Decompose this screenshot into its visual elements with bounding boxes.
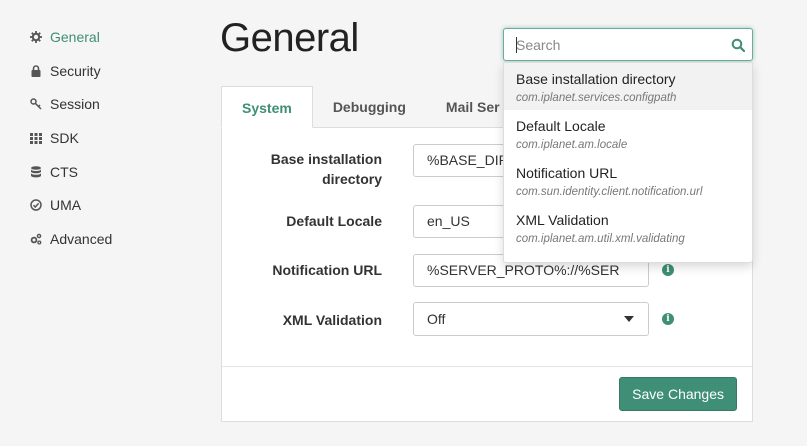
database-icon bbox=[30, 165, 50, 178]
sidebar-item-session[interactable]: Session bbox=[30, 87, 190, 121]
sidebar-item-label: General bbox=[50, 28, 100, 45]
search-result-title: Default Locale bbox=[516, 118, 606, 134]
search-results-dropdown: Base installation directory com.iplanet.… bbox=[503, 62, 753, 263]
lock-icon bbox=[30, 64, 50, 77]
search-result-item[interactable]: Default Locale com.iplanet.am.locale bbox=[504, 110, 752, 157]
tab-system[interactable]: System bbox=[221, 86, 313, 128]
sidebar-item-label: Security bbox=[50, 62, 101, 79]
search-result-property: com.sun.identity.client.notification.url bbox=[516, 186, 703, 198]
sidebar-nav: General Security Session SDK CTS UMA Adv… bbox=[30, 20, 190, 256]
search-input[interactable] bbox=[504, 29, 724, 60]
search-result-property: com.iplanet.services.configpath bbox=[516, 92, 677, 104]
search-result-item[interactable]: XML Validation com.iplanet.am.util.xml.v… bbox=[504, 204, 752, 251]
key-icon bbox=[30, 98, 50, 110]
xml-validation-select[interactable]: Off bbox=[413, 302, 649, 336]
sidebar-item-label: Session bbox=[50, 96, 100, 113]
locale-label: Default Locale bbox=[286, 213, 382, 229]
chevron-down-icon bbox=[624, 316, 634, 322]
text-cursor bbox=[516, 37, 517, 53]
xml-validation-value: Off bbox=[427, 311, 446, 327]
grid-icon bbox=[30, 132, 50, 144]
search-result-title: Notification URL bbox=[516, 165, 618, 181]
search-box bbox=[503, 28, 753, 61]
tab-bar: System Debugging Mail Ser bbox=[221, 86, 520, 128]
search-result-item[interactable]: Notification URL com.sun.identity.client… bbox=[504, 157, 752, 204]
base-dir-label-line1: Base installation bbox=[270, 151, 382, 167]
save-changes-button[interactable]: Save Changes bbox=[619, 377, 737, 411]
sidebar-item-advanced[interactable]: Advanced bbox=[30, 222, 190, 256]
sidebar-item-label: Advanced bbox=[50, 230, 113, 247]
gears-icon bbox=[30, 233, 50, 245]
sidebar-item-label: CTS bbox=[50, 163, 78, 180]
sidebar-item-security[interactable]: Security bbox=[30, 54, 190, 88]
info-icon[interactable]: i bbox=[662, 264, 674, 276]
page-title: General bbox=[220, 16, 359, 60]
search-icon[interactable] bbox=[731, 38, 745, 52]
check-circle-icon bbox=[30, 199, 50, 212]
sidebar-item-general[interactable]: General bbox=[30, 20, 190, 54]
base-dir-input[interactable]: %BASE_DIR bbox=[413, 144, 513, 177]
search-result-property: com.iplanet.am.util.xml.validating bbox=[516, 233, 685, 245]
sidebar-item-sdk[interactable]: SDK bbox=[30, 121, 190, 155]
sidebar-item-label: SDK bbox=[50, 129, 79, 146]
xml-validation-label: XML Validation bbox=[282, 312, 382, 328]
base-dir-label-line2: directory bbox=[322, 171, 382, 187]
sidebar-item-label: UMA bbox=[50, 197, 82, 214]
sidebar-item-uma[interactable]: UMA bbox=[30, 188, 190, 222]
info-icon[interactable]: i bbox=[662, 313, 674, 325]
search-result-title: Base installation directory bbox=[516, 71, 676, 87]
search-result-item[interactable]: Base installation directory com.iplanet.… bbox=[504, 63, 752, 110]
footer-divider bbox=[222, 366, 752, 367]
base-dir-label: Base installation directory bbox=[222, 149, 382, 189]
gear-icon bbox=[30, 30, 50, 43]
tab-debugging[interactable]: Debugging bbox=[313, 86, 426, 128]
search-result-property: com.iplanet.am.locale bbox=[516, 139, 628, 151]
search-result-title: XML Validation bbox=[516, 212, 609, 228]
notification-label: Notification URL bbox=[272, 262, 382, 278]
locale-input[interactable]: en_US bbox=[413, 205, 513, 238]
sidebar-item-cts[interactable]: CTS bbox=[30, 155, 190, 189]
